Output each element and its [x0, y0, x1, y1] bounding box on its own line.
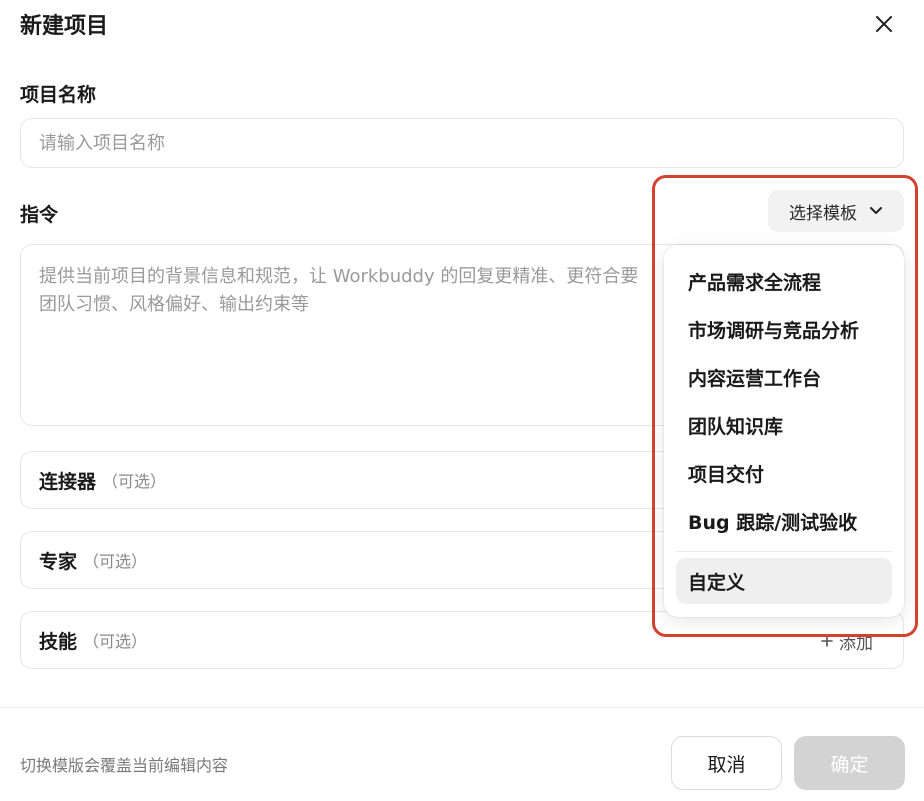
template-override-hint: 切换模版会覆盖当前编辑内容: [20, 756, 229, 775]
close-button[interactable]: [870, 10, 898, 38]
experts-optional: （可选）: [83, 552, 148, 571]
template-option-team-knowledge[interactable]: 团队知识库: [664, 401, 904, 449]
template-option-product-requirements[interactable]: 产品需求全流程: [664, 257, 904, 305]
template-option-project-delivery[interactable]: 项目交付: [664, 449, 904, 497]
project-name-label: 项目名称: [20, 84, 97, 106]
new-project-dialog: 新建项目 项目名称 指令 选择模板 提供当前项目的背景信息和规范，让 Workb…: [0, 0, 924, 801]
dropdown-divider: [676, 551, 892, 552]
skills-add-label: 添加: [839, 633, 873, 654]
template-option-market-research[interactable]: 市场调研与竞品分析: [664, 305, 904, 353]
skills-add-button[interactable]: 添加: [821, 612, 873, 670]
skills-title: 技能: [39, 630, 78, 653]
template-dropdown-menu: 产品需求全流程 市场调研与竞品分析 内容运营工作台 团队知识库 项目交付 Bug…: [664, 245, 904, 617]
select-template-button[interactable]: 选择模板: [768, 190, 904, 232]
skills-optional: （可选）: [83, 632, 148, 651]
instruction-label: 指令: [20, 204, 59, 226]
experts-title: 专家: [39, 550, 78, 573]
project-name-input[interactable]: [20, 118, 904, 168]
plus-icon: [821, 635, 833, 647]
footer-divider: [0, 707, 924, 708]
template-option-bug-tracking[interactable]: Bug 跟踪/测试验收: [664, 497, 904, 545]
skills-row[interactable]: 技能 （可选） 添加: [20, 611, 904, 669]
connectors-title: 连接器: [39, 470, 97, 493]
template-option-content-ops[interactable]: 内容运营工作台: [664, 353, 904, 401]
connectors-optional: （可选）: [102, 472, 167, 491]
cancel-button[interactable]: 取消: [671, 736, 782, 790]
template-option-custom[interactable]: 自定义: [676, 558, 892, 604]
chevron-down-icon: [870, 207, 882, 214]
dialog-title: 新建项目: [20, 14, 109, 39]
select-template-label: 选择模板: [789, 203, 857, 224]
confirm-button[interactable]: 确定: [794, 736, 905, 790]
close-icon: [876, 16, 892, 32]
